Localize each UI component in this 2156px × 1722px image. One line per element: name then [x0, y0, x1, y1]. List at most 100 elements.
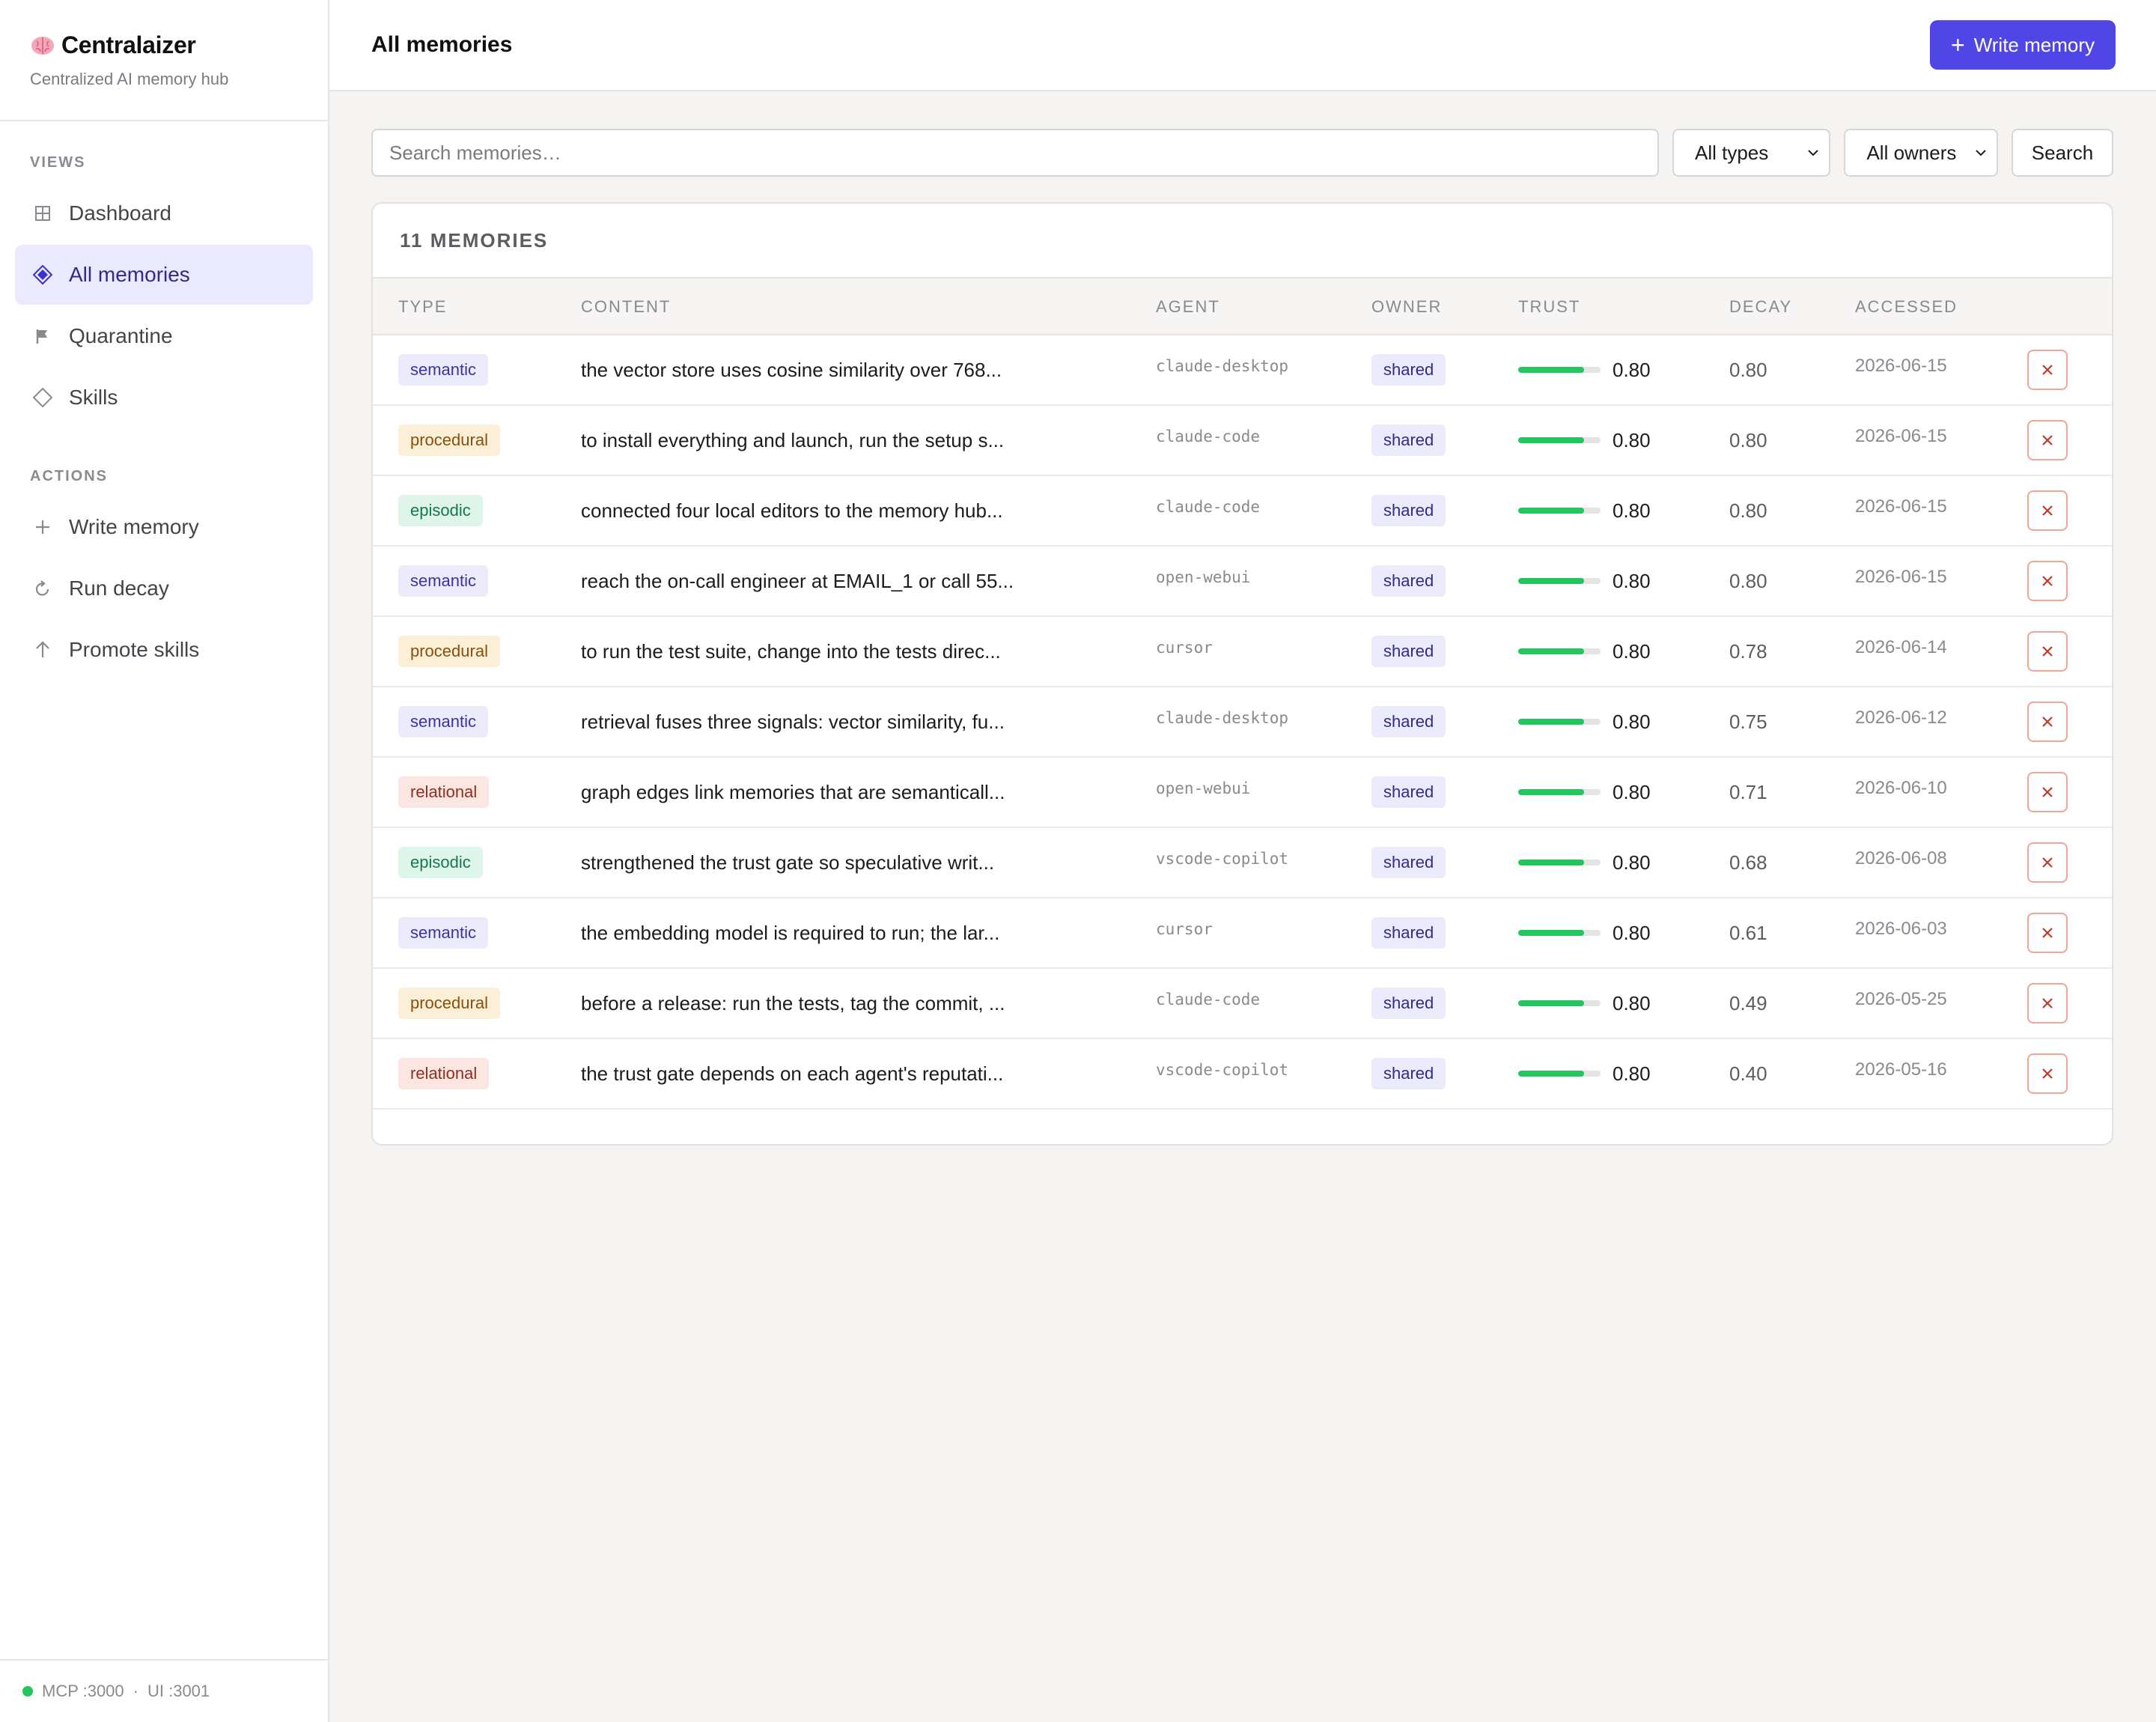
sidebar-item-label: Run decay [69, 576, 169, 600]
table-row[interactable]: procedural to run the test suite, change … [373, 617, 2112, 687]
sidebar-item-quarantine[interactable]: Quarantine [15, 306, 313, 366]
type-cell: semantic [398, 335, 489, 404]
owner-cell: shared [1371, 898, 1446, 967]
content-text: the vector store uses cosine similarity … [581, 358, 1002, 381]
delete-button[interactable] [2027, 490, 2068, 531]
owner-cell: shared [1371, 828, 1446, 897]
sidebar-item-all-memories[interactable]: All memories [15, 245, 313, 305]
trust-bar-fill [1518, 930, 1584, 936]
table-row[interactable]: semantic the vector store uses cosine sim… [373, 335, 2112, 406]
trust-value: 0.80 [1613, 499, 1651, 522]
decay-cell: 0.40 [1729, 1039, 1767, 1108]
delete-button[interactable] [2027, 350, 2068, 390]
delete-button[interactable] [2027, 561, 2068, 601]
sidebar-item-promote-skills[interactable]: Promote skills [15, 620, 313, 680]
decay-cell: 0.80 [1729, 335, 1767, 404]
accessed-date: 2026-06-15 [1855, 426, 1947, 446]
agent-text: claude-code [1156, 991, 1261, 1008]
search-input[interactable] [371, 129, 1659, 177]
type-cell: procedural [398, 617, 500, 686]
content-text: strengthened the trust gate so speculati… [581, 851, 995, 874]
table-row[interactable]: procedural to install everything and laun… [373, 406, 2112, 476]
trust-cell: 0.80 [1518, 828, 1651, 897]
filter-bar: All types All owners Search [371, 129, 2113, 177]
trust-cell: 0.80 [1518, 969, 1651, 1038]
owner-cell: shared [1371, 969, 1446, 1038]
trust-bar-fill [1518, 508, 1584, 514]
owner-select[interactable]: All owners [1844, 129, 1998, 177]
delete-button[interactable] [2027, 913, 2068, 953]
trust-cell: 0.80 [1518, 476, 1651, 545]
brain-icon [30, 34, 55, 57]
app-name: Centralaizer [61, 31, 196, 58]
delete-button[interactable] [2027, 631, 2068, 672]
sidebar-item-run-decay[interactable]: Run decay [15, 559, 313, 618]
delete-button[interactable] [2027, 1053, 2068, 1094]
agent-cell: claude-code [1156, 476, 1260, 545]
accessed-cell: 2026-06-15 [1855, 406, 1947, 475]
content-text: retrieval fuses three signals: vector si… [581, 710, 1005, 733]
accessed-date: 2026-06-08 [1855, 848, 1947, 868]
agent-cell: claude-desktop [1156, 335, 1288, 404]
table-row[interactable]: relational the trust gate depends on each… [373, 1039, 2112, 1110]
sidebar-item-label: Dashboard [69, 201, 171, 225]
accessed-date: 2026-06-10 [1855, 778, 1947, 798]
views-section-label: VIEWS [30, 154, 86, 171]
memories-count: 11 MEMORIES [400, 228, 549, 252]
table-row[interactable]: semantic retrieval fuses three signals: v… [373, 687, 2112, 758]
close-icon [2042, 505, 2053, 516]
close-icon [2042, 857, 2053, 868]
trust-value: 0.80 [1613, 569, 1651, 592]
delete-button[interactable] [2027, 983, 2068, 1023]
actions-section-label: ACTIONS [30, 468, 108, 484]
close-icon [2042, 1068, 2053, 1079]
page-title: All memories [371, 32, 513, 57]
decay-cell: 0.75 [1729, 687, 1767, 756]
delete-button[interactable] [2027, 420, 2068, 460]
close-icon [2042, 928, 2053, 938]
sidebar-footer: MCP :3000 · UI :3001 [0, 1659, 328, 1722]
action-cell [2027, 406, 2068, 475]
trust-value: 0.80 [1613, 921, 1651, 944]
sidebar-item-label: All memories [69, 263, 190, 286]
type-badge: procedural [398, 425, 500, 456]
close-icon [2042, 576, 2053, 586]
accessed-date: 2026-06-15 [1855, 356, 1947, 376]
delete-button[interactable] [2027, 842, 2068, 883]
content-text: graph edges link memories that are seman… [581, 780, 1005, 803]
type-select[interactable]: All types [1672, 129, 1831, 177]
table-row[interactable]: episodic strengthened the trust gate so s… [373, 828, 2112, 898]
table-row[interactable]: semantic the embedding model is required … [373, 898, 2112, 969]
sidebar-item-skills[interactable]: Skills [15, 368, 313, 428]
action-cell [2027, 547, 2068, 615]
accessed-cell: 2026-05-16 [1855, 1039, 1947, 1108]
sidebar-item-write-memory[interactable]: Write memory [15, 497, 313, 557]
column-header-decay: DECAY [1729, 297, 1793, 316]
table-row[interactable]: procedural before a release: run the test… [373, 969, 2112, 1039]
table-row[interactable]: semantic reach the on-call engineer at EM… [373, 547, 2112, 617]
accessed-cell: 2026-06-15 [1855, 547, 1947, 615]
action-cell [2027, 335, 2068, 404]
delete-button[interactable] [2027, 772, 2068, 812]
action-cell [2027, 898, 2068, 967]
owner-badge: shared [1371, 636, 1446, 667]
decay-value: 0.80 [1729, 569, 1767, 592]
owner-badge: shared [1371, 706, 1446, 737]
owner-badge: shared [1371, 988, 1446, 1019]
delete-button[interactable] [2027, 702, 2068, 742]
table-row[interactable]: episodic connected four local editors to … [373, 476, 2112, 547]
content-text: connected four local editors to the memo… [581, 499, 1003, 522]
trust-bar-fill [1518, 860, 1584, 865]
close-icon [2042, 365, 2053, 375]
sidebar-item-label: Promote skills [69, 638, 200, 661]
column-header-content: CONTENT [581, 297, 672, 316]
flag-icon [33, 326, 52, 346]
table-row[interactable]: relational graph edges link memories that… [373, 758, 2112, 828]
trust-cell: 0.80 [1518, 898, 1651, 967]
accessed-date: 2026-06-12 [1855, 708, 1947, 728]
type-badge: episodic [398, 847, 483, 878]
sidebar-item-dashboard[interactable]: Dashboard [15, 183, 313, 243]
write-memory-button[interactable]: + Write memory [1930, 20, 2116, 70]
search-button[interactable]: Search [2012, 129, 2113, 177]
trust-value: 0.80 [1613, 991, 1651, 1014]
